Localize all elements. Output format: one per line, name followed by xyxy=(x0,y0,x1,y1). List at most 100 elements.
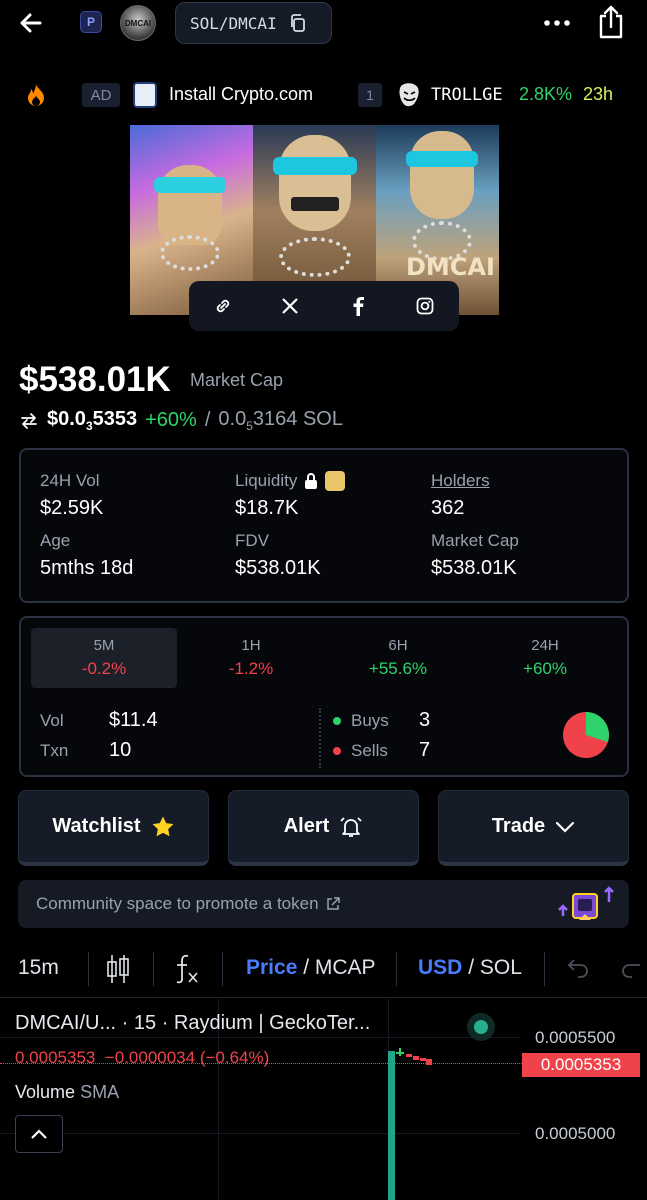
volume-sma-label: SMA xyxy=(80,1082,120,1102)
crypto-com-icon[interactable] xyxy=(133,82,157,108)
tab-1h-change: -1.2% xyxy=(228,659,274,678)
vol-24h-value: $2.59K xyxy=(40,497,104,519)
ad-badge: AD xyxy=(82,83,120,107)
facebook-icon[interactable] xyxy=(346,294,370,318)
locker-icon[interactable] xyxy=(325,471,346,491)
more-dots-icon[interactable] xyxy=(542,10,572,36)
price-separator: / xyxy=(204,409,211,431)
bell-icon xyxy=(340,816,362,837)
liquidity-value: $18.7K xyxy=(235,497,299,519)
toolbar-divider xyxy=(544,952,545,986)
age-label: Age xyxy=(40,531,71,550)
trending-token-name[interactable]: TROLLGE xyxy=(431,85,503,105)
holders-link[interactable]: Holders xyxy=(431,471,490,491)
activity-txn-value: 10 xyxy=(109,739,132,761)
toolbar-divider xyxy=(153,952,154,986)
chart-title: DMCAI/U... · 15 · Raydium | GeckoTer... xyxy=(15,1012,371,1034)
buys-value: 3 xyxy=(419,709,431,731)
price-axis-label: 0.0005500 xyxy=(535,1028,616,1047)
lock-icon xyxy=(305,473,318,489)
liquidity-label-row: Liquidity xyxy=(235,471,346,491)
price-chart[interactable]: DMCAI/U... · 15 · Raydium | GeckoTer... … xyxy=(0,999,647,1200)
buys-row: Buys xyxy=(333,711,389,731)
price-mcap-toggle[interactable]: Price / MCAP xyxy=(246,956,376,980)
volume-label: Volume xyxy=(15,1082,76,1102)
tab-24h-label: 24H xyxy=(531,637,559,654)
grid-line xyxy=(0,1037,520,1038)
tab-24h-change: +60% xyxy=(523,659,567,678)
alert-label: Alert xyxy=(283,815,330,837)
market-cap-stat-value: $538.01K xyxy=(431,557,517,579)
buys-dot xyxy=(333,717,341,725)
candle-wick xyxy=(399,1048,401,1056)
indicators-fx-icon[interactable] xyxy=(174,953,200,985)
buys-label: Buys xyxy=(351,711,389,730)
x-icon[interactable] xyxy=(278,294,302,318)
candlestick-icon[interactable] xyxy=(106,953,130,985)
trending-token-age: 23h xyxy=(583,84,614,104)
share-icon[interactable] xyxy=(597,4,625,40)
token-stats: 24H Vol $2.59K Liquidity $18.7K Holders … xyxy=(19,448,629,603)
age-value: 5mths 18d xyxy=(40,557,134,579)
market-cap-label: Market Cap xyxy=(190,370,284,390)
community-promo-text: Community space to promote a token xyxy=(36,894,319,913)
external-link-icon xyxy=(326,897,340,910)
chevron-up-icon xyxy=(31,1129,47,1139)
ad-link[interactable]: Install Crypto.com xyxy=(169,84,313,105)
activity-divider xyxy=(319,708,321,768)
collapse-legend-button[interactable] xyxy=(15,1115,63,1153)
tab-5m[interactable]: 5M -0.2% xyxy=(31,628,177,688)
watchlist-button[interactable]: Watchlist xyxy=(18,790,209,866)
sells-value: 7 xyxy=(419,739,431,761)
trade-button[interactable]: Trade xyxy=(438,790,629,866)
timeframe-stats: 5M -0.2% 1H -1.2% 6H +55.6% 24H +60% Vol… xyxy=(19,616,629,777)
current-price-tag: 0.0005353 xyxy=(522,1053,640,1077)
back-arrow-icon[interactable] xyxy=(16,8,46,38)
chain-badge: P xyxy=(80,11,102,33)
volume-indicator-label[interactable]: Volume SMA xyxy=(15,1082,119,1103)
tab-5m-change: -0.2% xyxy=(81,659,127,678)
price-option[interactable]: Price xyxy=(246,956,297,979)
usd-option[interactable]: USD xyxy=(418,956,462,979)
tab-24h[interactable]: 24H +60% xyxy=(472,628,618,688)
banner-logo-text: DMCAI xyxy=(406,253,495,281)
trade-label: Trade xyxy=(491,815,546,837)
undo-icon[interactable] xyxy=(566,956,590,980)
instagram-icon[interactable] xyxy=(413,294,437,318)
liquidity-label: Liquidity xyxy=(235,471,298,490)
tab-5m-label: 5M xyxy=(93,637,115,654)
buy-sell-pie-chart xyxy=(563,712,609,758)
holders-value: 362 xyxy=(431,497,465,519)
fdv-value: $538.01K xyxy=(235,557,321,579)
tab-1h-label: 1H xyxy=(241,637,261,654)
grid-line xyxy=(0,1133,520,1134)
link-icon[interactable] xyxy=(211,294,235,318)
chevron-down-icon xyxy=(556,821,575,833)
mcap-option[interactable]: / MCAP xyxy=(303,956,375,979)
tab-1h[interactable]: 1H -1.2% xyxy=(178,628,324,688)
tab-6h[interactable]: 6H +55.6% xyxy=(325,628,471,688)
usd-sol-toggle[interactable]: USD / SOL xyxy=(418,956,522,980)
trending-token-change: 2.8K% xyxy=(519,84,573,104)
chart-ohlc: 0.0005353 −0.0000034 (−0.64%) xyxy=(15,1048,270,1067)
pair-selector[interactable]: SOL/DMCAI xyxy=(175,2,332,44)
price-sol: 0.053164 SOL xyxy=(218,408,343,433)
redo-icon[interactable] xyxy=(620,956,644,980)
candle xyxy=(413,1056,419,1060)
price-axis-label: 0.0005000 xyxy=(535,1124,616,1143)
trollge-icon[interactable] xyxy=(398,82,420,108)
toolbar-divider xyxy=(396,952,397,986)
pair-label: SOL/DMCAI xyxy=(190,13,277,33)
toolbar-divider xyxy=(222,952,223,986)
swap-icon[interactable] xyxy=(19,411,39,431)
community-promo-banner[interactable]: Community space to promote a token xyxy=(18,880,629,928)
trending-rank: 1 xyxy=(358,83,382,107)
sol-option[interactable]: / SOL xyxy=(468,956,522,979)
sells-dot xyxy=(333,747,341,755)
interval-selector[interactable]: 15m xyxy=(18,956,59,980)
copy-icon[interactable] xyxy=(289,14,305,32)
alert-button[interactable]: Alert xyxy=(228,790,419,866)
price-row: $0.035353 +60% / 0.053164 SOL xyxy=(19,408,343,433)
market-cap-value: $538.01K xyxy=(19,360,171,399)
social-links xyxy=(189,281,459,331)
